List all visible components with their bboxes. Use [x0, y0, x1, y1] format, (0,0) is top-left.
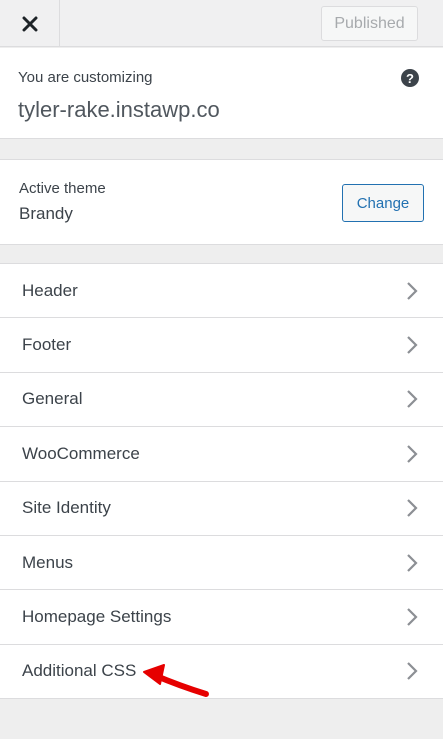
active-theme-label: Active theme — [19, 180, 106, 197]
section-woocommerce[interactable]: WooCommerce — [0, 427, 443, 482]
section-menus[interactable]: Menus — [0, 536, 443, 591]
publish-button[interactable]: Published — [321, 6, 418, 41]
site-name: tyler-rake.instawp.co — [18, 97, 220, 122]
chevron-right-icon — [407, 499, 418, 518]
active-theme-name: Brandy — [19, 204, 73, 223]
section-additional-css[interactable]: Additional CSS — [0, 645, 443, 700]
chevron-right-icon — [407, 336, 418, 354]
customizing-info: You are customizing tyler-rake.instawp.c… — [0, 48, 443, 139]
section-label: Menus — [22, 552, 74, 572]
close-icon — [22, 16, 37, 31]
section-site-identity[interactable]: Site Identity — [0, 482, 443, 536]
customizer-header: Published — [0, 0, 443, 47]
section-homepage-settings[interactable]: Homepage Settings — [0, 590, 443, 645]
chevron-right-icon — [407, 281, 418, 300]
chevron-right-icon — [407, 390, 418, 409]
chevron-right-icon — [407, 608, 418, 626]
section-label: WooCommerce — [22, 443, 140, 463]
active-theme-panel: Active theme Brandy Change — [0, 159, 443, 245]
change-theme-button[interactable]: Change — [342, 184, 424, 222]
section-label: General — [22, 389, 83, 409]
customizing-label: You are customizing — [18, 69, 153, 86]
section-header[interactable]: Header — [0, 264, 443, 319]
chevron-right-icon — [407, 553, 418, 572]
section-general[interactable]: General — [0, 373, 443, 428]
section-label: Site Identity — [22, 498, 111, 518]
chevron-right-icon — [407, 445, 418, 463]
close-button[interactable] — [0, 0, 60, 47]
section-footer[interactable]: Footer — [0, 318, 443, 373]
section-label: Additional CSS — [22, 661, 137, 681]
section-label: Homepage Settings — [22, 607, 172, 627]
help-icon[interactable]: ? — [401, 69, 419, 87]
section-label: Footer — [22, 335, 72, 355]
customizer-sections: Header Footer General WooCommerce Site I… — [0, 263, 443, 700]
section-label: Header — [22, 280, 78, 300]
chevron-right-icon — [407, 662, 418, 681]
